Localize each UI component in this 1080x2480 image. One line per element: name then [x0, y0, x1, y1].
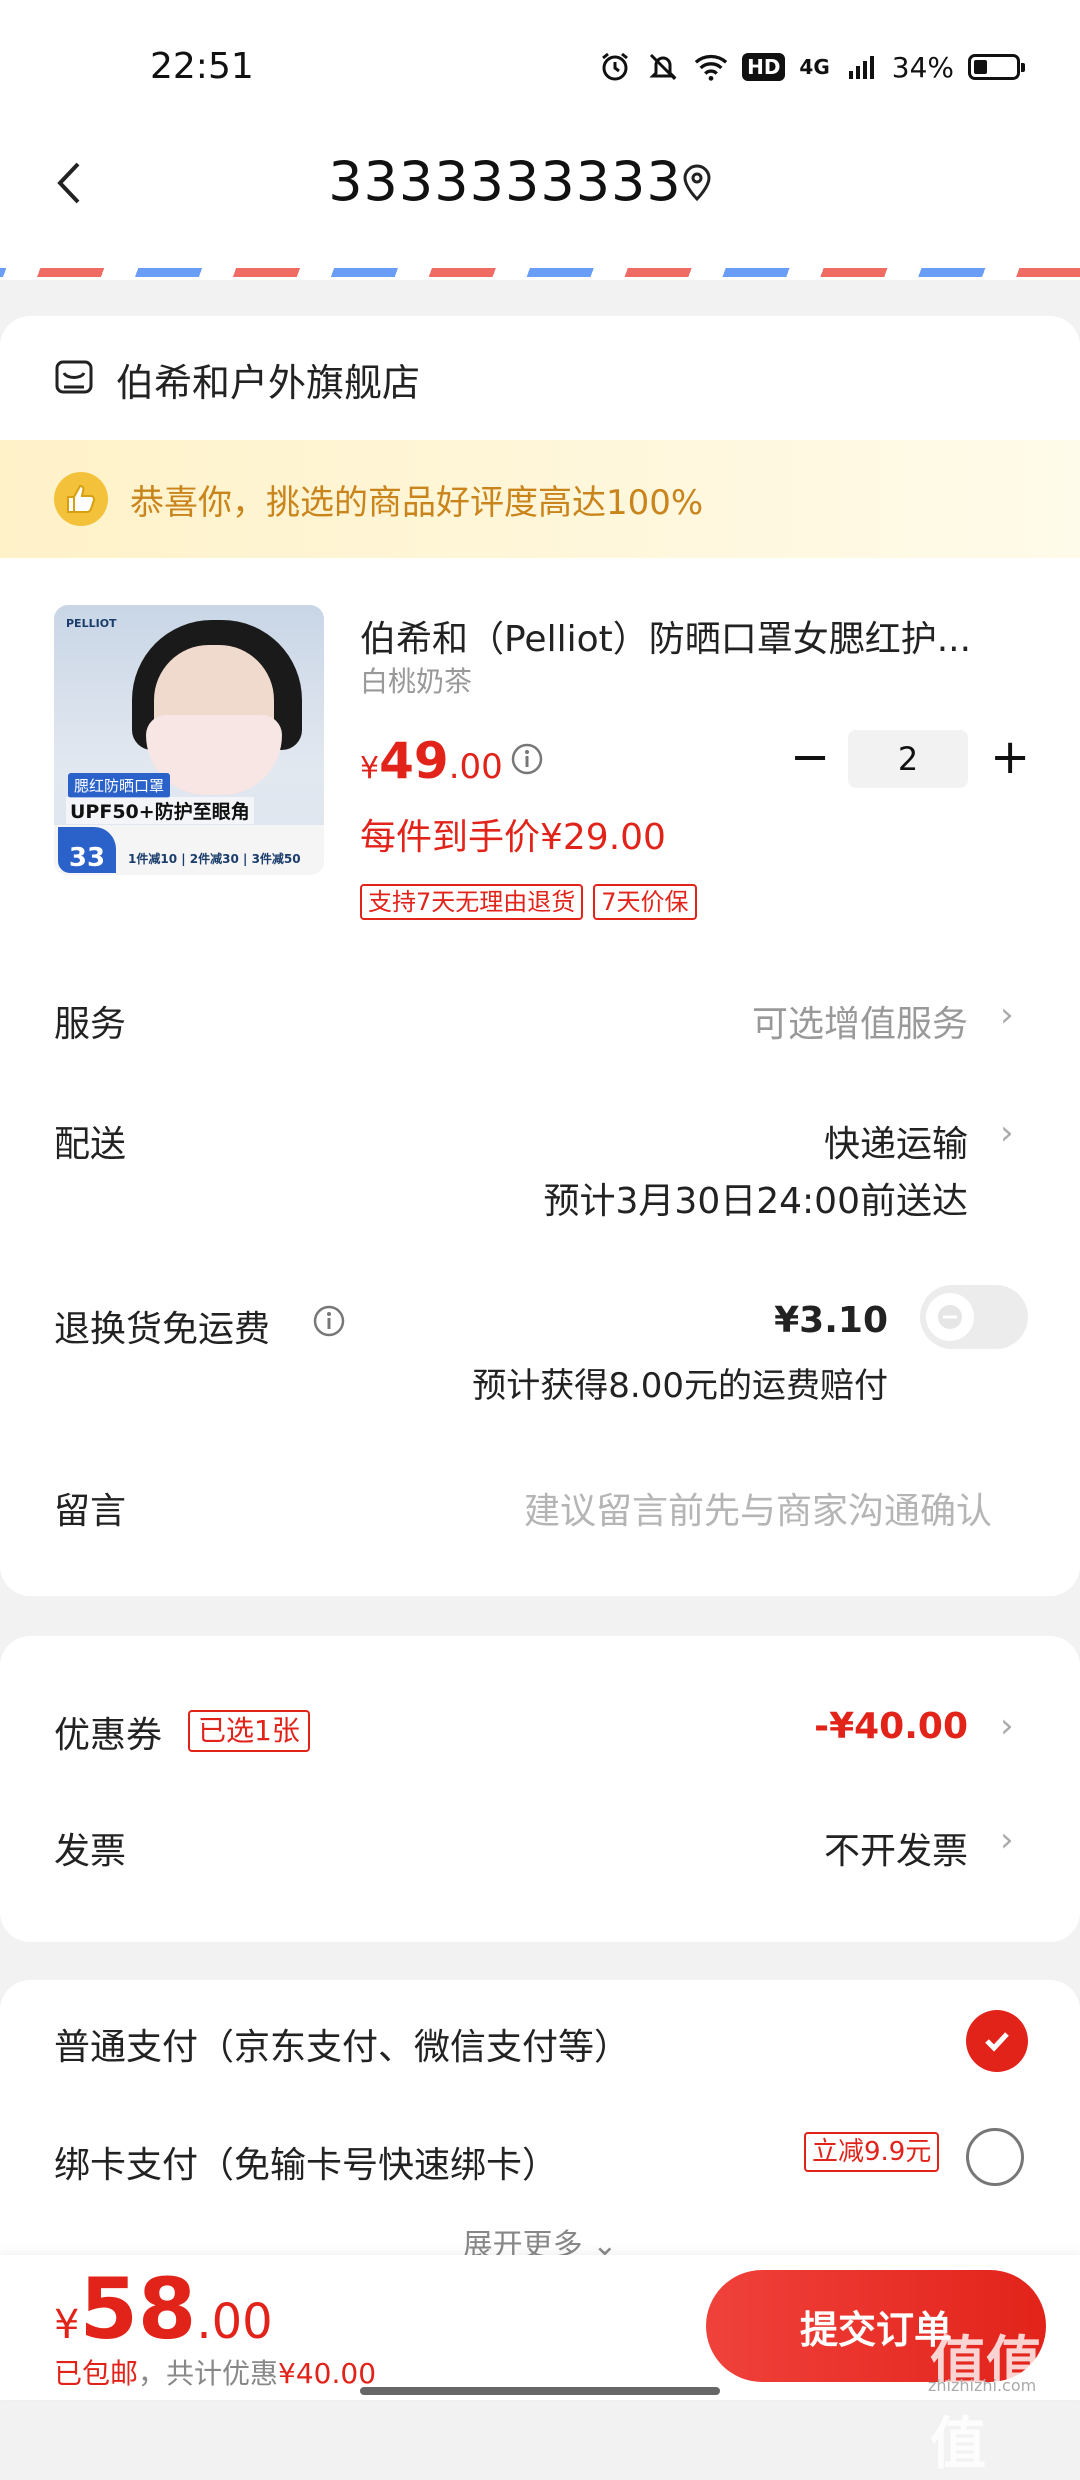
product-price: ¥49.00 — [360, 732, 503, 790]
invoice-chevron-icon[interactable]: › — [1000, 1820, 1014, 1860]
quantity-increase-button[interactable]: + — [990, 733, 1030, 785]
return-badge: 支持7天无理由退货 — [360, 884, 584, 920]
card-discount-tag: 立减9.9元 — [804, 2132, 940, 2172]
message-input[interactable]: 建议留言前先与商家沟通确认 — [524, 1482, 992, 1534]
battery-icon — [968, 54, 1025, 80]
payment-normal-checkmark-icon[interactable] — [966, 2010, 1028, 2072]
brand-logo: PELLIOT — [66, 617, 117, 630]
store-icon — [54, 359, 94, 401]
rating-banner: 恭喜你，挑选的商品好评度高达100% — [0, 440, 1080, 558]
header: 3333333333 — [0, 130, 1080, 260]
toggle-minus-icon — [926, 1293, 974, 1341]
alarm-icon — [598, 50, 632, 84]
signal-icon — [844, 50, 878, 84]
coupon-chevron-icon[interactable]: › — [1000, 1706, 1014, 1746]
product-badges: 支持7天无理由退货 7天价保 — [360, 884, 697, 920]
status-time: 22:51 — [150, 46, 254, 87]
product-image[interactable]: PELLIOT 腮红防晒口罩 UPF50+防护至眼角 33 1件减10 | 2件… — [54, 605, 324, 875]
service-value[interactable]: 可选增值服务 — [752, 995, 968, 1047]
hd-icon: HD — [742, 53, 786, 81]
product-variant[interactable]: 白桃奶茶 — [360, 660, 472, 700]
mute-bell-icon — [646, 50, 680, 84]
address-airmail-border — [0, 260, 1080, 280]
watermark-url: zhizhizhi.com — [928, 2376, 1037, 2395]
home-indicator[interactable] — [360, 2387, 720, 2395]
delivery-label: 配送 — [54, 1124, 127, 1165]
status-bar: 22:51 HD 4G 34% — [0, 0, 1080, 130]
delivery-chevron-icon[interactable]: › — [1000, 1113, 1014, 1153]
return-info-icon[interactable] — [312, 1304, 346, 1342]
service-chevron-icon[interactable]: › — [1000, 995, 1014, 1035]
invoice-value[interactable]: 不开发票 — [824, 1822, 968, 1874]
battery-percent: 34% — [891, 50, 954, 84]
wifi-icon — [694, 50, 728, 84]
return-shipping-price: ¥3.10 — [774, 1300, 888, 1341]
return-shipping-label: 退换货免运费 — [54, 1309, 271, 1350]
per-item-price: 每件到手价¥29.00 — [360, 817, 666, 858]
payment-card-label[interactable]: 绑卡支付（免输卡号快速绑卡） — [54, 2136, 558, 2188]
image-promo-number: 33 — [58, 827, 116, 873]
image-promo-text: 1件减10 | 2件减30 | 3件减50 — [128, 852, 301, 866]
image-upf-text: UPF50+防护至眼角 — [66, 797, 254, 824]
coupon-selected-tag: 已选1张 — [188, 1710, 310, 1752]
message-label: 留言 — [54, 1491, 127, 1532]
quantity-decrease-button[interactable]: − — [790, 733, 830, 785]
address-phone[interactable]: 3333333333 — [0, 150, 1010, 213]
return-shipping-note: 预计获得8.00元的运费赔付 — [472, 1366, 888, 1406]
location-pin-icon[interactable] — [680, 162, 714, 206]
store-header[interactable]: 伯希和户外旗舰店 — [54, 352, 420, 407]
rating-banner-text: 恭喜你，挑选的商品好评度高达100% — [130, 482, 704, 523]
quantity-input[interactable]: 2 — [848, 730, 968, 788]
watermark-logo: 值值值 — [930, 2331, 1042, 2477]
total-price: ¥58.00 — [54, 2260, 273, 2358]
image-tag: 腮红防晒口罩 — [68, 773, 171, 798]
price-info-icon[interactable] — [510, 742, 544, 780]
delivery-value[interactable]: 快递运输 — [824, 1115, 968, 1167]
store-name: 伯希和户外旗舰店 — [116, 361, 421, 405]
product-title[interactable]: 伯希和（Pelliot）防晒口罩女腮红护... — [360, 610, 1010, 662]
invoice-label: 发票 — [54, 1831, 127, 1872]
payment-card-radio[interactable] — [966, 2128, 1024, 2186]
network-label: 4G — [799, 55, 830, 79]
return-shipping-toggle[interactable] — [920, 1285, 1028, 1349]
thumbs-up-icon — [54, 472, 108, 526]
coupon-label: 优惠券 — [54, 1715, 163, 1756]
status-icons: HD 4G 34% — [598, 50, 1025, 84]
discount-card — [0, 1636, 1080, 1942]
price-protect-badge: 7天价保 — [593, 884, 697, 920]
coupon-value[interactable]: -¥40.00 — [814, 1706, 968, 1747]
shipping-discount-note: 已包邮，共计优惠¥40.00 — [54, 2357, 377, 2390]
delivery-eta: 预计3月30日24:00前送达 — [543, 1181, 968, 1222]
payment-normal-label[interactable]: 普通支付（京东支付、微信支付等） — [54, 2018, 630, 2070]
service-label: 服务 — [54, 1004, 127, 1045]
